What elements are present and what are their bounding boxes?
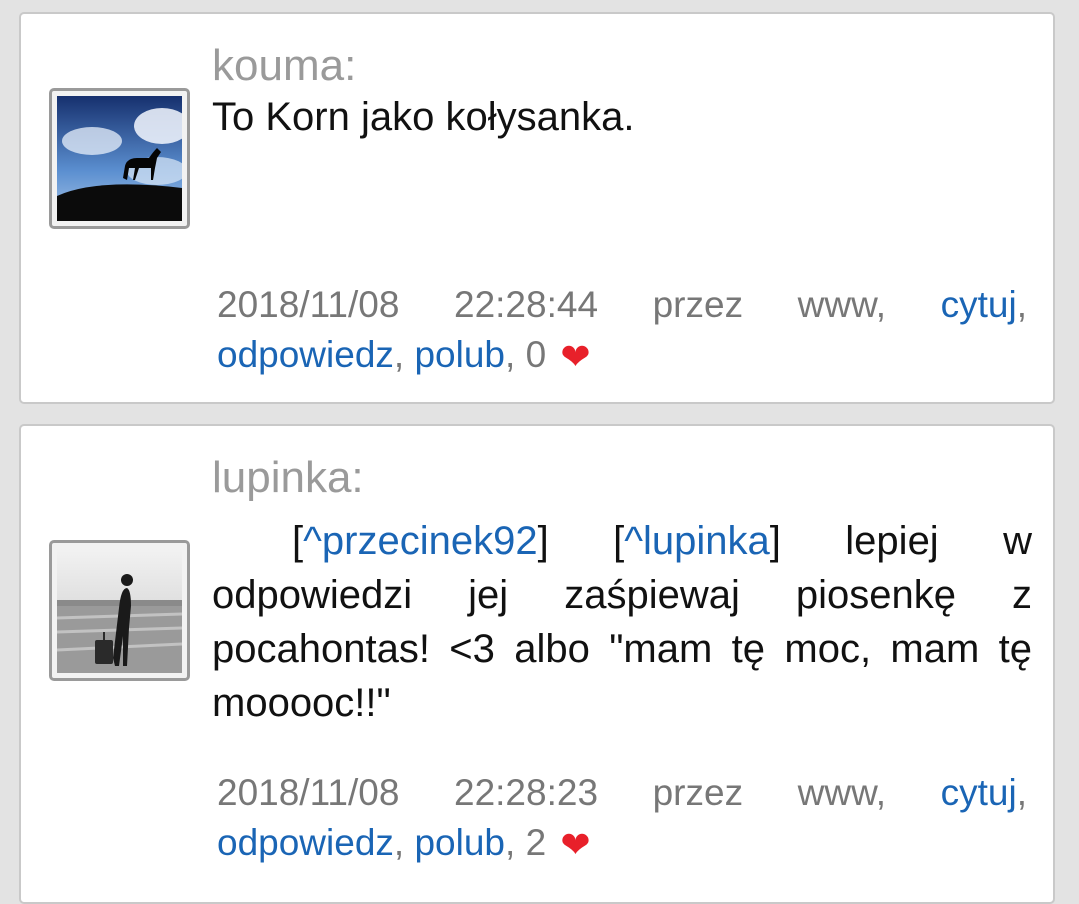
reply-link[interactable]: odpowiedz (217, 334, 394, 375)
via-label: przez (652, 284, 744, 325)
quote-link[interactable]: cytuj (941, 772, 1017, 813)
like-link[interactable]: polub (414, 334, 505, 375)
mention-link[interactable]: ^przecinek92 (303, 519, 537, 563)
post-date: 2018/11/08 (217, 772, 400, 813)
reply-link[interactable]: odpowiedz (217, 822, 394, 863)
source-label: www, (797, 284, 887, 325)
heart-icon: ❤ (560, 336, 591, 378)
avatar[interactable] (49, 540, 190, 681)
mention-open-bracket: [ (292, 519, 304, 563)
post-date: 2018/11/08 (217, 284, 400, 325)
comment-meta: 2018/11/08 22:28:44 przez www, cytuj, od… (217, 280, 1027, 382)
like-link[interactable]: polub (414, 822, 505, 863)
like-count: 2 (525, 822, 547, 863)
post-time: 22:28:23 (454, 772, 599, 813)
heart-icon: ❤ (560, 824, 591, 866)
via-label: przez (652, 772, 744, 813)
comment-text: To Korn jako kołysanka. (212, 95, 635, 139)
mention-close-bracket: ] (769, 519, 781, 563)
mention-close-bracket: ] (537, 519, 549, 563)
comment-text: [^przecinek92] [^lupinka] lepiej w odpow… (212, 514, 1032, 730)
mention-open-bracket: [ (613, 519, 625, 563)
avatar-horse-image (57, 96, 182, 221)
avatar-runway-image (57, 548, 182, 673)
author-name[interactable]: lupinka: (212, 452, 364, 504)
source-label: www, (797, 772, 887, 813)
comment-meta: 2018/11/08 22:28:23 przez www, cytuj, od… (217, 768, 1027, 870)
like-count: 0 (525, 334, 547, 375)
comment-card: lupinka: [^przecinek92] [^lupinka] lepie… (19, 424, 1055, 904)
avatar[interactable] (49, 88, 190, 229)
author-name[interactable]: kouma: (212, 40, 356, 92)
mention-link[interactable]: ^lupinka (624, 519, 770, 563)
quote-link[interactable]: cytuj (941, 284, 1017, 325)
comment-card: kouma: To Korn jako kołysanka. 2018/11/0… (19, 12, 1055, 404)
post-time: 22:28:44 (454, 284, 599, 325)
